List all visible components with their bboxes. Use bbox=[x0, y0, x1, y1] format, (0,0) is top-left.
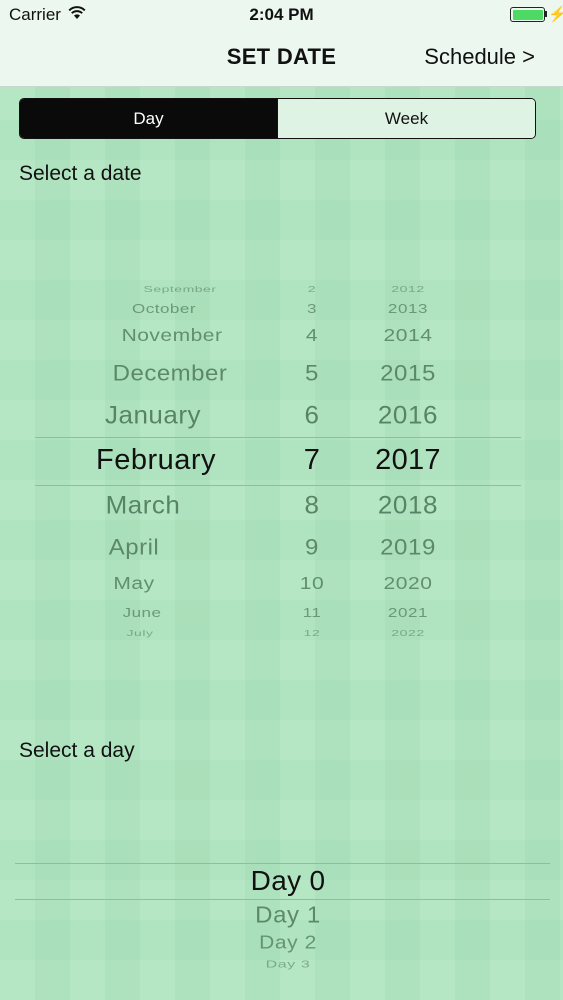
day-item-option[interactable]: Day 3 bbox=[266, 960, 311, 972]
day-item-option-selected[interactable]: Day 0 bbox=[251, 865, 326, 897]
day-picker[interactable]: Day 0 Day 1 Day 2 Day 3 bbox=[0, 0, 563, 1000]
day-item-option[interactable]: Day 1 bbox=[255, 902, 321, 929]
day-item-option[interactable]: Day 2 bbox=[259, 933, 317, 954]
day-picker-selection-top bbox=[15, 863, 550, 864]
day-picker-selection-bottom bbox=[15, 899, 550, 900]
